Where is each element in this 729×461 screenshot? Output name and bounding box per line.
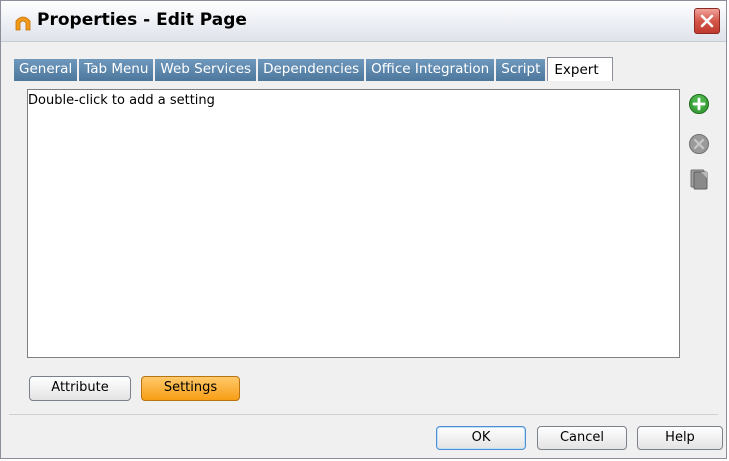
delete-icon (689, 134, 709, 154)
copy-setting-button[interactable] (687, 167, 711, 191)
tab-bar: General Tab Menu Web Services Dependenci… (14, 57, 613, 81)
settings-button[interactable]: Settings (141, 376, 240, 401)
cancel-button[interactable]: Cancel (537, 426, 627, 450)
window-title: Properties - Edit Page (37, 10, 247, 30)
delete-setting-button[interactable] (687, 132, 711, 156)
tab-expert[interactable]: Expert (547, 57, 613, 81)
tab-general[interactable]: General (14, 59, 80, 81)
footer-divider (9, 414, 718, 415)
add-setting-button[interactable] (687, 92, 711, 116)
tab-dependencies[interactable]: Dependencies (258, 59, 367, 81)
close-button[interactable] (694, 8, 720, 34)
add-icon (689, 94, 709, 114)
title-bar[interactable]: Properties - Edit Page (1, 1, 726, 42)
tab-tab-menu[interactable]: Tab Menu (79, 59, 156, 81)
empty-hint: Double-click to add a setting (28, 93, 215, 108)
copy-icon (690, 169, 708, 190)
tab-office-integration[interactable]: Office Integration (366, 59, 497, 81)
tab-web-services[interactable]: Web Services (155, 59, 259, 81)
properties-dialog: Properties - Edit Page General Tab Menu … (0, 0, 727, 459)
attribute-button[interactable]: Attribute (29, 376, 131, 401)
ok-button[interactable]: OK (436, 426, 526, 450)
help-button[interactable]: Help (637, 426, 723, 450)
tab-script[interactable]: Script (496, 59, 548, 81)
settings-list[interactable]: Double-click to add a setting (27, 89, 680, 358)
close-icon (700, 14, 714, 28)
app-logo-icon (14, 13, 32, 31)
